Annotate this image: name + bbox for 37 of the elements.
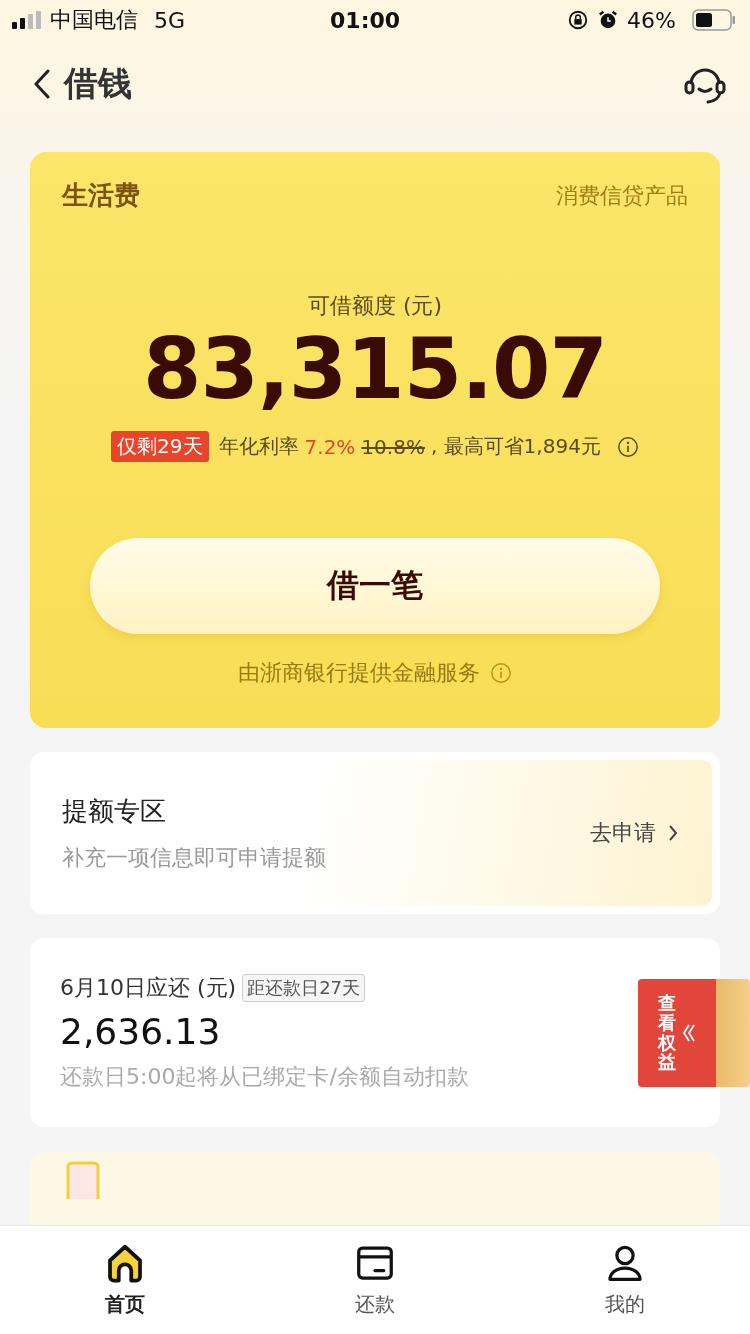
provider-text: 由浙商银行提供金融服务 [238, 659, 480, 688]
tab-item[interactable]: 还款 [315, 1226, 435, 1334]
rate-label: 年化利率 [218, 433, 299, 461]
product-name: 生活费 [62, 179, 140, 212]
limit-label: 可借额度 (元) [307, 292, 443, 320]
tab-item[interactable]: 我的 [565, 1226, 685, 1334]
info-icon [490, 662, 512, 685]
signal-icon [12, 11, 42, 29]
chevron-right-icon [668, 824, 678, 843]
product-type: 消费信贷产品 [556, 181, 688, 210]
clock-time: 01:00 [330, 7, 401, 33]
alarm-icon [597, 9, 620, 31]
countdown-badge: 仅剩29天 [111, 431, 209, 463]
battery-percent: 46% [627, 7, 676, 33]
battery-icon [692, 9, 736, 31]
original-rate: 10.8% [361, 434, 425, 459]
current-rate: 7.2% [304, 434, 356, 459]
days-left-tag: 距还款日27天 [242, 974, 366, 1003]
savings-text: , 最高可省1,894元 [430, 433, 601, 461]
borrow-button[interactable]: 借一笔 [90, 538, 660, 635]
network-type: 5G [154, 7, 186, 33]
due-date-label: 6月10日应还 (元) [60, 974, 237, 1003]
page-title: 借钱 [64, 62, 132, 105]
info-icon [616, 435, 639, 458]
carrier-name: 中国电信 [50, 6, 138, 34]
apply-link[interactable]: 去申请 [590, 818, 678, 849]
home-icon [105, 1242, 145, 1283]
section-subtitle: 补充一项信息即可申请提额 [62, 843, 326, 872]
limit-amount: 83,315.07 [143, 323, 607, 416]
autopay-note: 还款日5:00起将从已绑定卡/余额自动扣款 [60, 1063, 469, 1092]
rotation-lock-icon [567, 9, 590, 31]
section-title: 提额专区 [62, 794, 167, 828]
double-chevron-icon [682, 1022, 696, 1043]
due-amount: 2,636.13 [60, 1011, 222, 1053]
benefits-ticket[interactable]: 查看权益 [638, 978, 750, 1087]
tab-item[interactable]: 首页 [65, 1226, 185, 1334]
back-icon [34, 69, 50, 99]
